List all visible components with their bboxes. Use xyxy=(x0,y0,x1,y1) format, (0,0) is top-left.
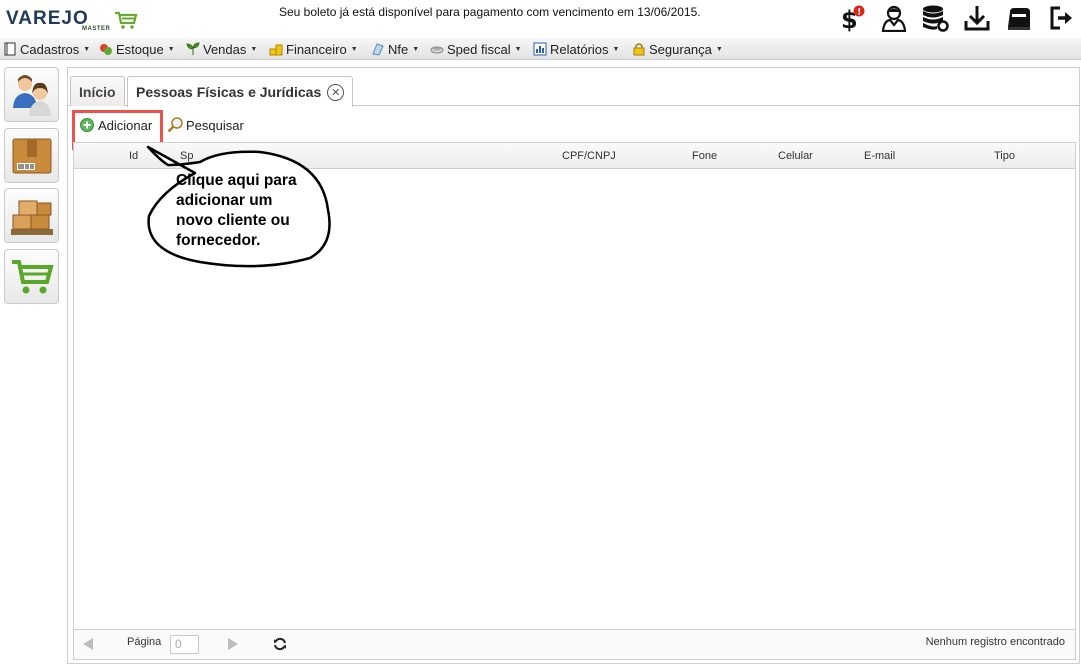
logo-text: VAREJO xyxy=(6,8,89,29)
menu-sped-fiscal[interactable]: Sped fiscal ▼ xyxy=(430,41,522,57)
lock-icon xyxy=(632,42,646,56)
column-email[interactable]: E-mail xyxy=(864,150,895,162)
pallet-boxes-icon xyxy=(10,200,53,235)
report-icon xyxy=(533,42,547,56)
menu-vendas-label: Vendas xyxy=(203,41,247,57)
menu-financeiro[interactable]: Financeiro ▼ xyxy=(269,41,358,57)
callout-line: adicionar um xyxy=(176,192,273,209)
chevron-down-icon: ▼ xyxy=(83,45,91,53)
menu-relatorios-label: Relatórios xyxy=(550,41,609,57)
menu-cadastros-label: Cadastros xyxy=(20,41,80,57)
menu-estoque-label: Estoque xyxy=(116,41,164,57)
grid-footer: Página 0 Nenhum registro encontrado xyxy=(74,629,1075,659)
chevron-down-icon: ▼ xyxy=(715,45,723,53)
grid-status: Nenhum registro encontrado xyxy=(925,636,1065,648)
dollar-alert-icon[interactable]: $ ! xyxy=(838,4,866,32)
main-menu-bar: Cadastros ▼ Estoque ▼ Vendas ▼ Financeiro ▼ … xyxy=(0,38,1081,60)
menu-seguranca-label: Segurança xyxy=(649,41,712,57)
sidebar-sales-button[interactable] xyxy=(4,249,59,304)
next-page-icon[interactable] xyxy=(227,637,239,651)
tab-strip: Início Pessoas Físicas e Jurídicas ✕ xyxy=(68,68,1079,107)
sidebar-people-button[interactable] xyxy=(4,67,59,122)
download-icon[interactable] xyxy=(963,4,991,32)
chevron-down-icon: ▼ xyxy=(514,45,522,53)
column-fone[interactable]: Fone xyxy=(692,150,717,162)
tab-inicio-label: Início xyxy=(79,83,116,100)
chevron-down-icon: ▼ xyxy=(167,45,175,53)
callout-line: Clique aqui para xyxy=(176,172,297,189)
chevron-down-icon: ▼ xyxy=(612,45,620,53)
column-celular[interactable]: Celular xyxy=(778,150,813,162)
prev-page-icon[interactable] xyxy=(82,637,94,651)
search-button-label: Pesquisar xyxy=(186,117,244,133)
menu-relatorios[interactable]: Relatórios ▼ xyxy=(533,41,619,57)
logo-cart-icon xyxy=(115,11,138,29)
document-icon xyxy=(371,42,385,56)
disk-icon xyxy=(430,42,444,56)
plant-icon xyxy=(186,42,200,56)
payment-notice: Seu boleto já está disponível para pagam… xyxy=(279,5,701,19)
notebook-icon xyxy=(3,42,17,56)
tab-inicio[interactable]: Início xyxy=(70,76,125,106)
close-icon[interactable]: ✕ xyxy=(327,83,345,101)
boxes-icon xyxy=(99,42,113,56)
menu-cadastros[interactable]: Cadastros ▼ xyxy=(3,41,90,57)
menu-vendas[interactable]: Vendas ▼ xyxy=(186,41,257,57)
database-settings-icon[interactable] xyxy=(921,4,949,32)
menu-nfe[interactable]: Nfe ▼ xyxy=(371,41,419,57)
callout-text: Clique aqui para adicionar um novo clien… xyxy=(176,171,336,251)
chevron-down-icon: ▼ xyxy=(250,45,258,53)
refresh-icon[interactable] xyxy=(273,637,287,651)
callout-line: novo cliente ou xyxy=(176,212,290,229)
printer-icon[interactable] xyxy=(1005,4,1033,32)
column-id[interactable]: Id xyxy=(129,150,138,162)
menu-nfe-label: Nfe xyxy=(388,41,409,57)
barcode-box-icon xyxy=(12,138,51,173)
chevron-down-icon: ▼ xyxy=(350,45,358,53)
column-cpf-cnpj[interactable]: CPF/CNPJ xyxy=(562,150,616,162)
menu-estoque[interactable]: Estoque ▼ xyxy=(99,41,175,57)
tab-pessoas-label: Pessoas Físicas e Jurídicas xyxy=(136,84,322,100)
search-icon xyxy=(167,117,183,133)
svg-text:!: ! xyxy=(857,8,861,18)
page-label: Página xyxy=(127,636,162,648)
sidebar-product-button[interactable] xyxy=(4,128,59,183)
callout-line: fornecedor. xyxy=(176,232,261,249)
coins-icon xyxy=(269,42,283,56)
search-button[interactable]: Pesquisar xyxy=(167,115,244,135)
logout-icon[interactable] xyxy=(1048,4,1076,32)
chevron-down-icon: ▼ xyxy=(412,45,420,53)
column-tipo[interactable]: Tipo xyxy=(994,150,1015,162)
top-bar: VAREJO MASTER Seu boleto já está disponí… xyxy=(0,0,1081,38)
tab-pessoas[interactable]: Pessoas Físicas e Jurídicas ✕ xyxy=(127,76,354,107)
menu-seguranca[interactable]: Segurança ▼ xyxy=(632,41,723,57)
people-icon xyxy=(12,74,51,116)
logo-subtitle: MASTER xyxy=(82,26,111,32)
shopping-cart-icon xyxy=(11,259,54,293)
menu-sped-fiscal-label: Sped fiscal xyxy=(447,41,511,57)
menu-financeiro-label: Financeiro xyxy=(286,41,347,57)
toolbar: Adicionar Pesquisar xyxy=(72,110,1077,150)
user-support-icon[interactable] xyxy=(880,4,908,32)
sidebar-stock-button[interactable] xyxy=(4,188,59,243)
page-number-input[interactable]: 0 xyxy=(170,635,199,654)
